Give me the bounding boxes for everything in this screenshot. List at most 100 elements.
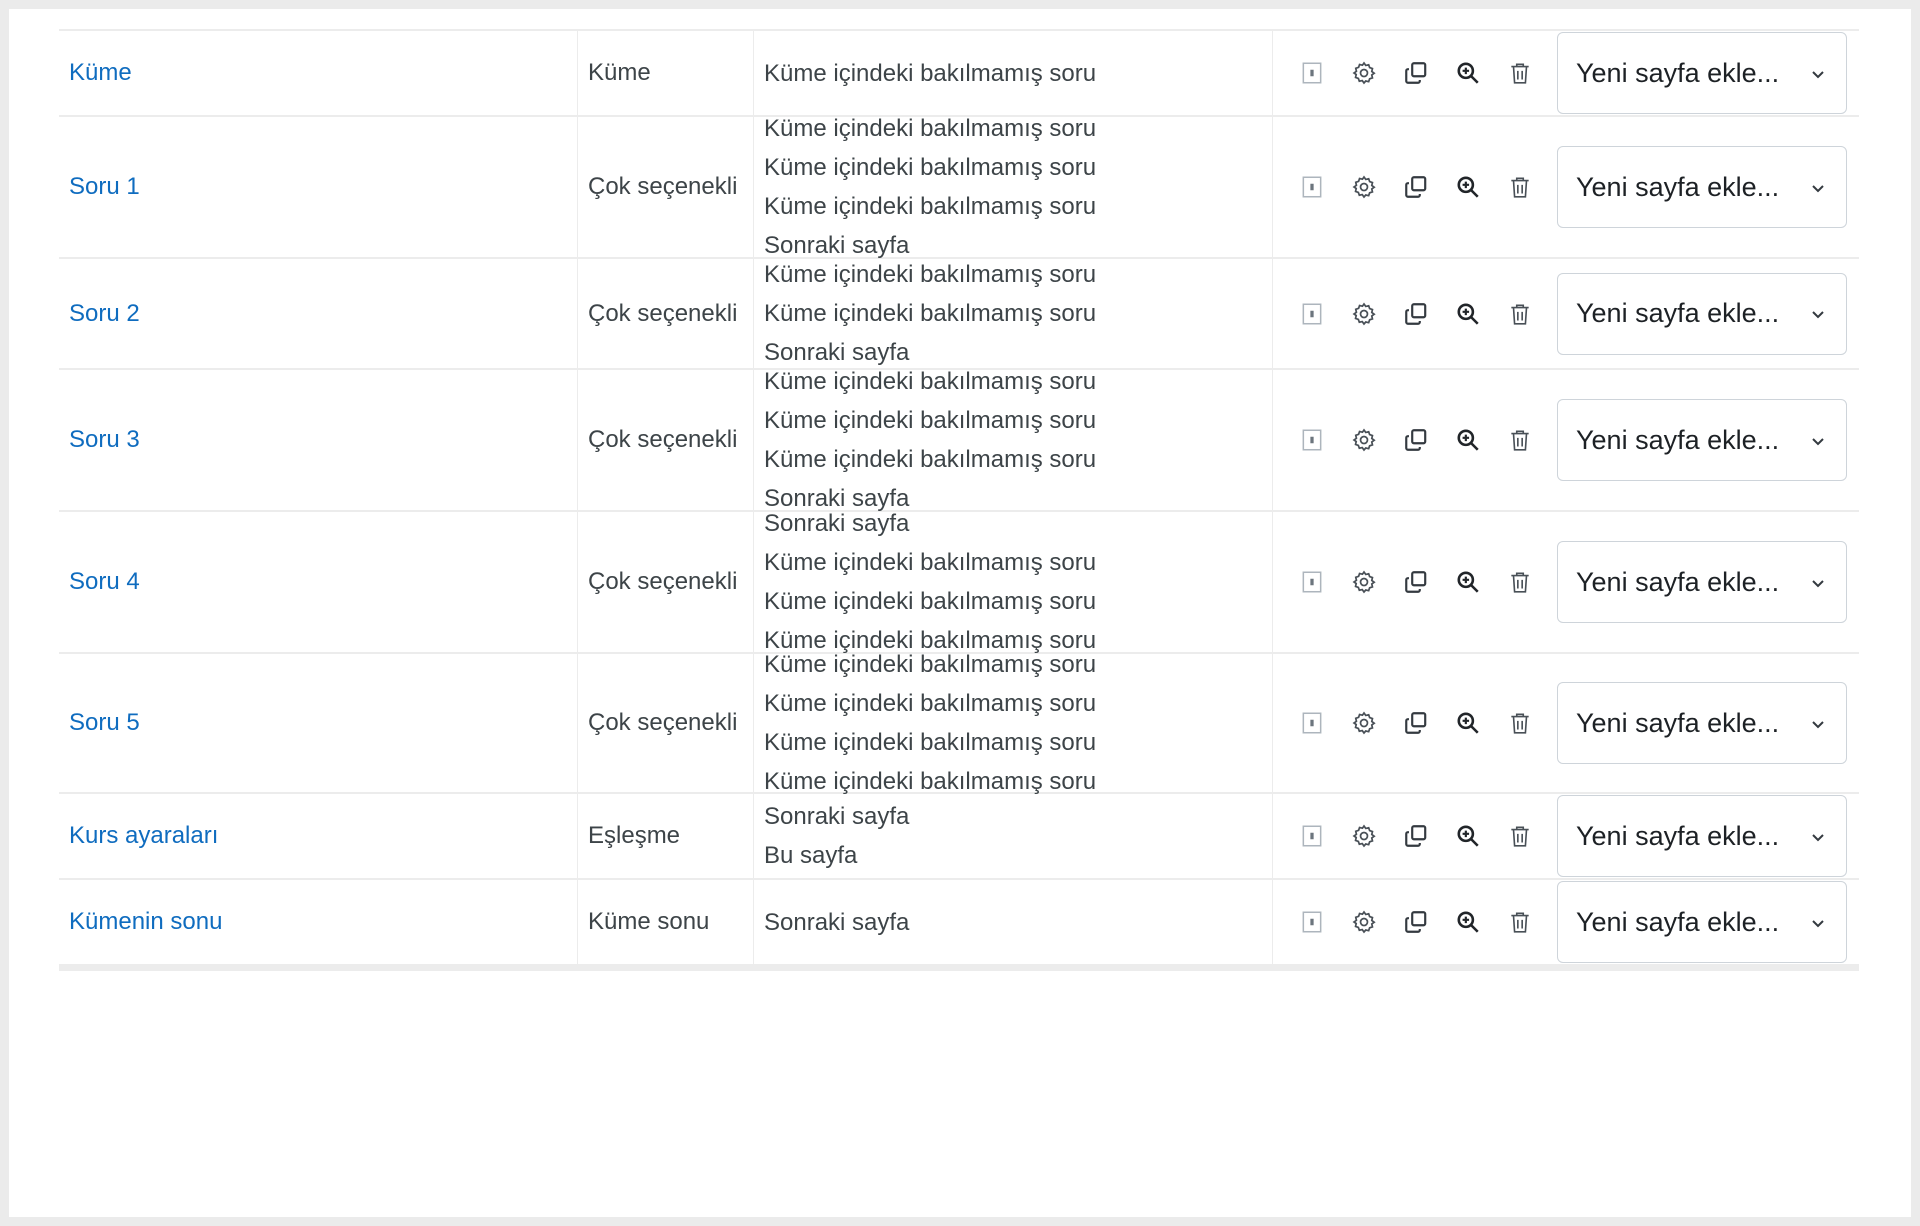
jump-target: Küme içindeki bakılmamış soru [764, 300, 1097, 327]
gear-icon[interactable] [1347, 56, 1381, 90]
add-page-select[interactable]: Yeni sayfa ekle... [1557, 541, 1847, 623]
page-title-link[interactable]: Kümenin sonu [69, 908, 222, 936]
actions-cell: Yeni sayfa ekle... [1273, 31, 1859, 115]
move-icon[interactable] [1295, 56, 1329, 90]
move-icon[interactable] [1295, 297, 1329, 331]
zoom-in-icon[interactable] [1451, 170, 1485, 204]
gear-icon[interactable] [1347, 297, 1381, 331]
table-row: Kümenin sonu Küme sonu Sonraki sayfa Yen [59, 880, 1859, 966]
copy-icon[interactable] [1399, 905, 1433, 939]
move-icon[interactable] [1295, 905, 1329, 939]
table-row: Soru 2 Çok seçenekli Küme içindeki bakıl… [59, 259, 1859, 370]
chevron-down-icon [1810, 821, 1826, 852]
jump-target: Küme içindeki bakılmamış soru [764, 729, 1097, 756]
trash-icon[interactable] [1503, 297, 1537, 331]
chevron-down-icon [1810, 58, 1826, 89]
jump-target: Küme içindeki bakılmamış soru [764, 59, 1097, 87]
lesson-pages-table: Küme Küme Küme içindeki bakılmamış soru [59, 29, 1859, 971]
move-icon[interactable] [1295, 819, 1329, 853]
chevron-down-icon [1810, 172, 1826, 203]
page-title-link[interactable]: Soru 1 [69, 173, 140, 201]
jumps-cell: Küme içindeki bakılmamış soru Küme içinde… [754, 259, 1273, 368]
jump-target: Bu sayfa [764, 842, 858, 869]
page-title-link[interactable]: Soru 4 [69, 568, 140, 596]
trash-icon[interactable] [1503, 565, 1537, 599]
jump-target: Küme içindeki bakılmamış soru [764, 368, 1097, 395]
chevron-down-icon [1810, 708, 1826, 739]
page-title-cell: Soru 1 [59, 117, 578, 257]
trash-icon[interactable] [1503, 905, 1537, 939]
page-title-cell: Kurs ayaraları [59, 794, 578, 878]
add-page-select[interactable]: Yeni sayfa ekle... [1557, 399, 1847, 481]
move-icon[interactable] [1295, 565, 1329, 599]
copy-icon[interactable] [1399, 170, 1433, 204]
table-row: Kurs ayaraları Eşleşme Sonraki sayfa Bu s… [59, 794, 1859, 880]
page-title-link[interactable]: Soru 5 [69, 709, 140, 737]
trash-icon[interactable] [1503, 819, 1537, 853]
jump-target: Küme içindeki bakılmamış soru [764, 261, 1097, 288]
zoom-in-icon[interactable] [1451, 423, 1485, 457]
move-icon[interactable] [1295, 170, 1329, 204]
page-type-cell: Çok seçenekli [578, 654, 754, 792]
add-page-select-value: Yeni sayfa ekle... [1576, 424, 1780, 455]
jump-target: Küme içindeki bakılmamış soru [764, 588, 1097, 615]
copy-icon[interactable] [1399, 706, 1433, 740]
zoom-in-icon[interactable] [1451, 565, 1485, 599]
page-type-cell: Çok seçenekli [578, 512, 754, 652]
copy-icon[interactable] [1399, 56, 1433, 90]
move-icon[interactable] [1295, 706, 1329, 740]
chevron-down-icon [1810, 425, 1826, 456]
zoom-in-icon[interactable] [1451, 297, 1485, 331]
gear-icon[interactable] [1347, 170, 1381, 204]
jump-target: Küme içindeki bakılmamış soru [764, 549, 1097, 576]
gear-icon[interactable] [1347, 423, 1381, 457]
page-title-link[interactable]: Soru 3 [69, 426, 140, 454]
zoom-in-icon[interactable] [1451, 706, 1485, 740]
add-page-select[interactable]: Yeni sayfa ekle... [1557, 795, 1847, 877]
add-page-select[interactable]: Yeni sayfa ekle... [1557, 881, 1847, 963]
zoom-in-icon[interactable] [1451, 819, 1485, 853]
table-row: Soru 1 Çok seçenekli Küme içindeki bakıl… [59, 115, 1859, 259]
add-page-select[interactable]: Yeni sayfa ekle... [1557, 146, 1847, 228]
add-page-select-value: Yeni sayfa ekle... [1576, 906, 1780, 937]
page-title-link[interactable]: Kurs ayaraları [69, 822, 218, 850]
add-page-select[interactable]: Yeni sayfa ekle... [1557, 682, 1847, 764]
trash-icon[interactable] [1503, 423, 1537, 457]
copy-icon[interactable] [1399, 565, 1433, 599]
jumps-cell: Küme içindeki bakılmamış soru Küme içinde… [754, 368, 1273, 512]
jump-target: Küme içindeki bakılmamış soru [764, 690, 1097, 717]
page-type-label: Küme sonu [588, 908, 710, 935]
jump-target: Küme içindeki bakılmamış soru [764, 407, 1097, 434]
gear-icon[interactable] [1347, 905, 1381, 939]
actions-cell: Yeni sayfa ekle... [1273, 117, 1859, 257]
trash-icon[interactable] [1503, 706, 1537, 740]
copy-icon[interactable] [1399, 423, 1433, 457]
page-title-link[interactable]: Soru 2 [69, 300, 140, 328]
chevron-down-icon [1810, 298, 1826, 329]
jump-target: Sonraki sayfa [764, 803, 910, 830]
page-title-cell: Soru 4 [59, 512, 578, 652]
zoom-in-icon[interactable] [1451, 56, 1485, 90]
copy-icon[interactable] [1399, 819, 1433, 853]
gear-icon[interactable] [1347, 706, 1381, 740]
page-type-cell: Çok seçenekli [578, 259, 754, 368]
page-type-cell: Eşleşme [578, 794, 754, 878]
copy-icon[interactable] [1399, 297, 1433, 331]
jump-target: Sonraki sayfa [764, 510, 910, 537]
page-title-cell: Soru 3 [59, 370, 578, 510]
jumps-cell: Sonraki sayfa Bu sayfa [754, 794, 1273, 878]
zoom-in-icon[interactable] [1451, 905, 1485, 939]
page-type-label: Çok seçenekli [588, 426, 738, 453]
gear-icon[interactable] [1347, 565, 1381, 599]
add-page-select[interactable]: Yeni sayfa ekle... [1557, 32, 1847, 114]
page-title-link[interactable]: Küme [69, 59, 132, 87]
trash-icon[interactable] [1503, 56, 1537, 90]
table-row: Küme Küme Küme içindeki bakılmamış soru [59, 31, 1859, 117]
jump-target: Küme içindeki bakılmamış soru [764, 115, 1097, 142]
jump-target: Küme içindeki bakılmamış soru [764, 193, 1097, 220]
add-page-select-value: Yeni sayfa ekle... [1576, 298, 1780, 328]
add-page-select[interactable]: Yeni sayfa ekle... [1557, 272, 1847, 355]
move-icon[interactable] [1295, 423, 1329, 457]
trash-icon[interactable] [1503, 170, 1537, 204]
gear-icon[interactable] [1347, 819, 1381, 853]
